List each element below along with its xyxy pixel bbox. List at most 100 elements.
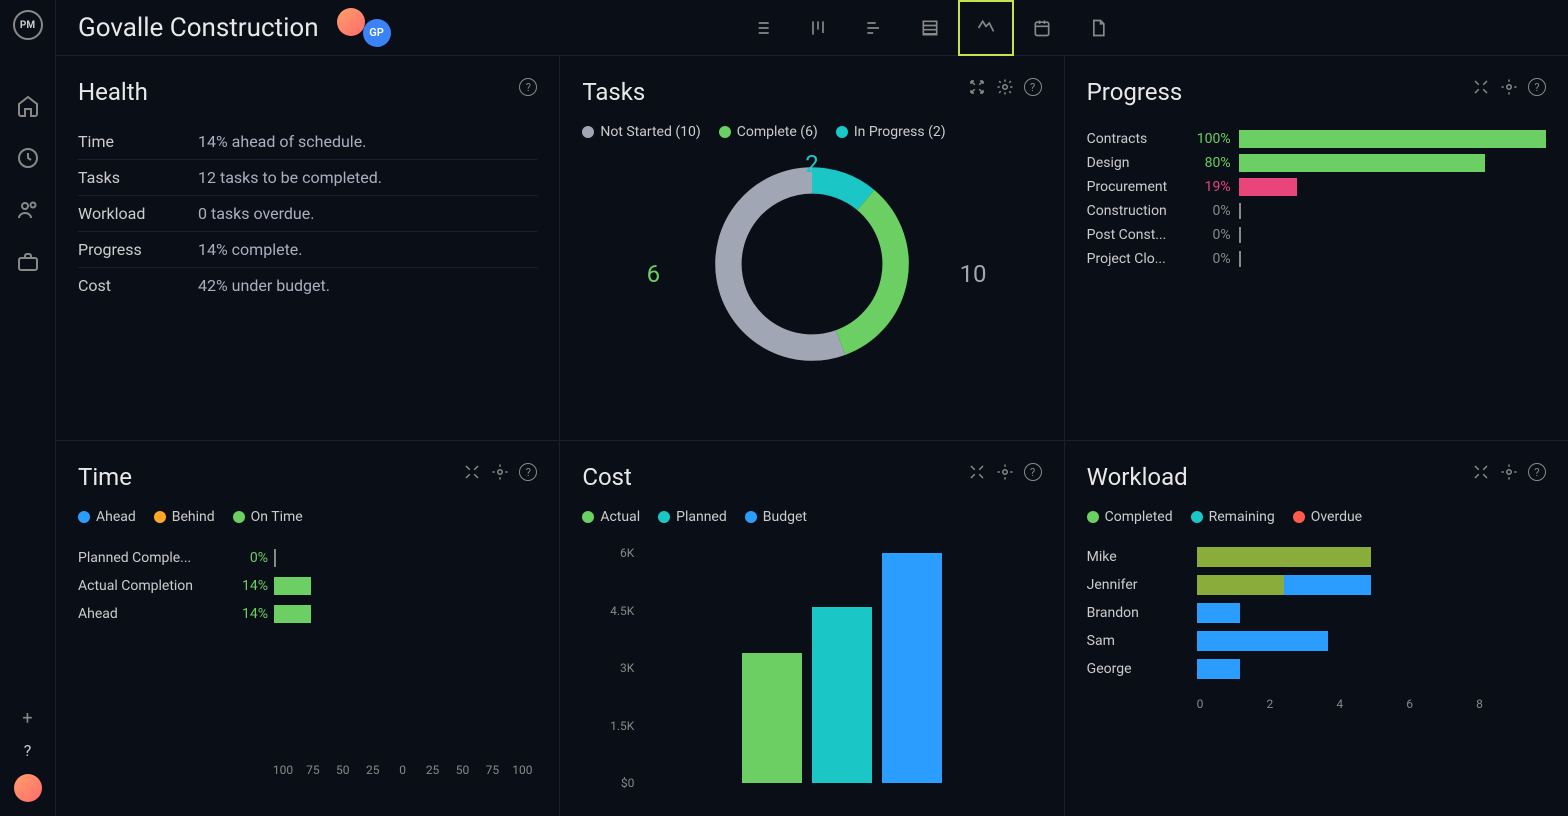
view-sheet-icon[interactable] [902,0,958,56]
progress-percent: 19% [1183,179,1231,195]
gear-icon[interactable] [996,463,1014,481]
add-icon[interactable]: + [22,708,32,729]
left-nav-rail: PM + ? [0,0,56,816]
view-gantt-icon[interactable] [846,0,902,56]
health-value: 14% complete. [198,240,537,259]
progress-bars: Contracts 100% Design 80% Procurement 19… [1087,124,1546,274]
gear-icon[interactable] [996,78,1014,96]
view-file-icon[interactable] [1070,0,1126,56]
time-row: Ahead 14% [78,605,537,623]
view-board-icon[interactable] [790,0,846,56]
health-row: Workload 0 tasks overdue. [78,196,537,232]
time-row: Actual Completion 14% [78,577,537,595]
legend-item: Ahead [78,509,136,525]
health-row: Time 14% ahead of schedule. [78,124,537,160]
workload-row: Mike [1087,547,1546,567]
panel-title: Health [78,78,537,106]
legend-item: Budget [745,509,807,525]
project-members[interactable]: GP [337,8,391,47]
health-label: Workload [78,204,198,223]
health-value: 0 tasks overdue. [198,204,537,223]
expand-icon[interactable] [1472,463,1490,481]
tasks-donut-chart: 2 6 10 [582,154,1041,374]
workload-row: Jennifer [1087,575,1546,595]
health-value: 14% ahead of schedule. [198,132,537,151]
time-axis: 1007550250255075100 [78,763,537,777]
progress-name: Construction [1087,203,1183,219]
team-icon[interactable] [16,198,40,222]
view-list-icon[interactable] [734,0,790,56]
legend-item: Not Started (10) [582,124,700,140]
legend-item: Completed [1087,509,1173,525]
project-title: Govalle Construction [78,13,319,43]
expand-icon[interactable] [463,463,481,481]
home-icon[interactable] [16,94,40,118]
health-row: Cost 42% under budget. [78,268,537,303]
cost-bar-chart: 6K4.5K3K1.5K$0 [582,553,1041,803]
workload-name: George [1087,661,1197,677]
gear-icon[interactable] [491,463,509,481]
tasks-legend: Not Started (10)Complete (6)In Progress … [582,124,1041,140]
legend-item: Complete (6) [719,124,818,140]
time-percent: 14% [218,578,268,594]
clock-icon[interactable] [16,146,40,170]
progress-percent: 80% [1183,155,1231,171]
health-row: Tasks 12 tasks to be completed. [78,160,537,196]
cost-bar [742,653,802,783]
workload-legend: CompletedRemainingOverdue [1087,509,1546,525]
header: Govalle Construction GP [56,0,1568,56]
progress-name: Procurement [1087,179,1183,195]
legend-item: Behind [154,509,215,525]
briefcase-icon[interactable] [16,250,40,274]
user-avatar[interactable] [14,774,42,802]
progress-row: Project Clo... 0% [1087,250,1546,268]
workload-bars: Mike Jennifer Brandon Sam George [1087,539,1546,687]
panel-cost: ? Cost ActualPlannedBudget 6K4.5K3K1.5K$… [560,441,1063,816]
progress-percent: 100% [1183,131,1231,147]
legend-item: Overdue [1293,509,1362,525]
help-icon[interactable]: ? [1528,463,1546,481]
legend-item: Planned [658,509,727,525]
workload-name: Jennifer [1087,577,1197,593]
view-dashboard-icon[interactable] [958,0,1014,56]
gear-icon[interactable] [1500,78,1518,96]
workload-name: Brandon [1087,605,1197,621]
time-bars: Planned Comple... 0% Actual Completion 1… [78,539,537,633]
help-icon[interactable]: ? [1024,463,1042,481]
panel-time: ? Time AheadBehindOn Time Planned Comple… [56,441,559,816]
time-percent: 0% [218,550,268,566]
progress-row: Contracts 100% [1087,130,1546,148]
help-icon[interactable]: ? [519,78,537,96]
time-label: Planned Comple... [78,550,218,566]
help-icon[interactable]: ? [24,741,32,760]
health-label: Time [78,132,198,151]
progress-name: Design [1087,155,1183,171]
view-calendar-icon[interactable] [1014,0,1070,56]
progress-name: Post Const... [1087,227,1183,243]
view-tabs [734,0,1126,56]
panel-tasks: ? Tasks Not Started (10)Complete (6)In P… [560,56,1063,440]
cost-bar [882,553,942,783]
health-row: Progress 14% complete. [78,232,537,268]
progress-name: Contracts [1087,131,1183,147]
cost-legend: ActualPlannedBudget [582,509,1041,525]
panel-health: ? Health Time 14% ahead of schedule. Tas… [56,56,559,440]
workload-name: Sam [1087,633,1197,649]
health-value: 12 tasks to be completed. [198,168,537,187]
progress-row: Procurement 19% [1087,178,1546,196]
workload-axis: 02468 [1087,697,1546,711]
health-value: 42% under budget. [198,276,537,295]
progress-row: Construction 0% [1087,202,1546,220]
progress-percent: 0% [1183,227,1231,243]
expand-icon[interactable] [968,463,986,481]
app-logo[interactable]: PM [13,10,43,40]
time-percent: 14% [218,606,268,622]
help-icon[interactable]: ? [519,463,537,481]
help-icon[interactable]: ? [1528,78,1546,96]
gear-icon[interactable] [1500,463,1518,481]
help-icon[interactable]: ? [1024,78,1042,96]
expand-icon[interactable] [1472,78,1490,96]
progress-row: Post Const... 0% [1087,226,1546,244]
panel-progress: ? Progress Contracts 100% Design 80% Pro… [1065,56,1568,440]
expand-icon[interactable] [968,78,986,96]
